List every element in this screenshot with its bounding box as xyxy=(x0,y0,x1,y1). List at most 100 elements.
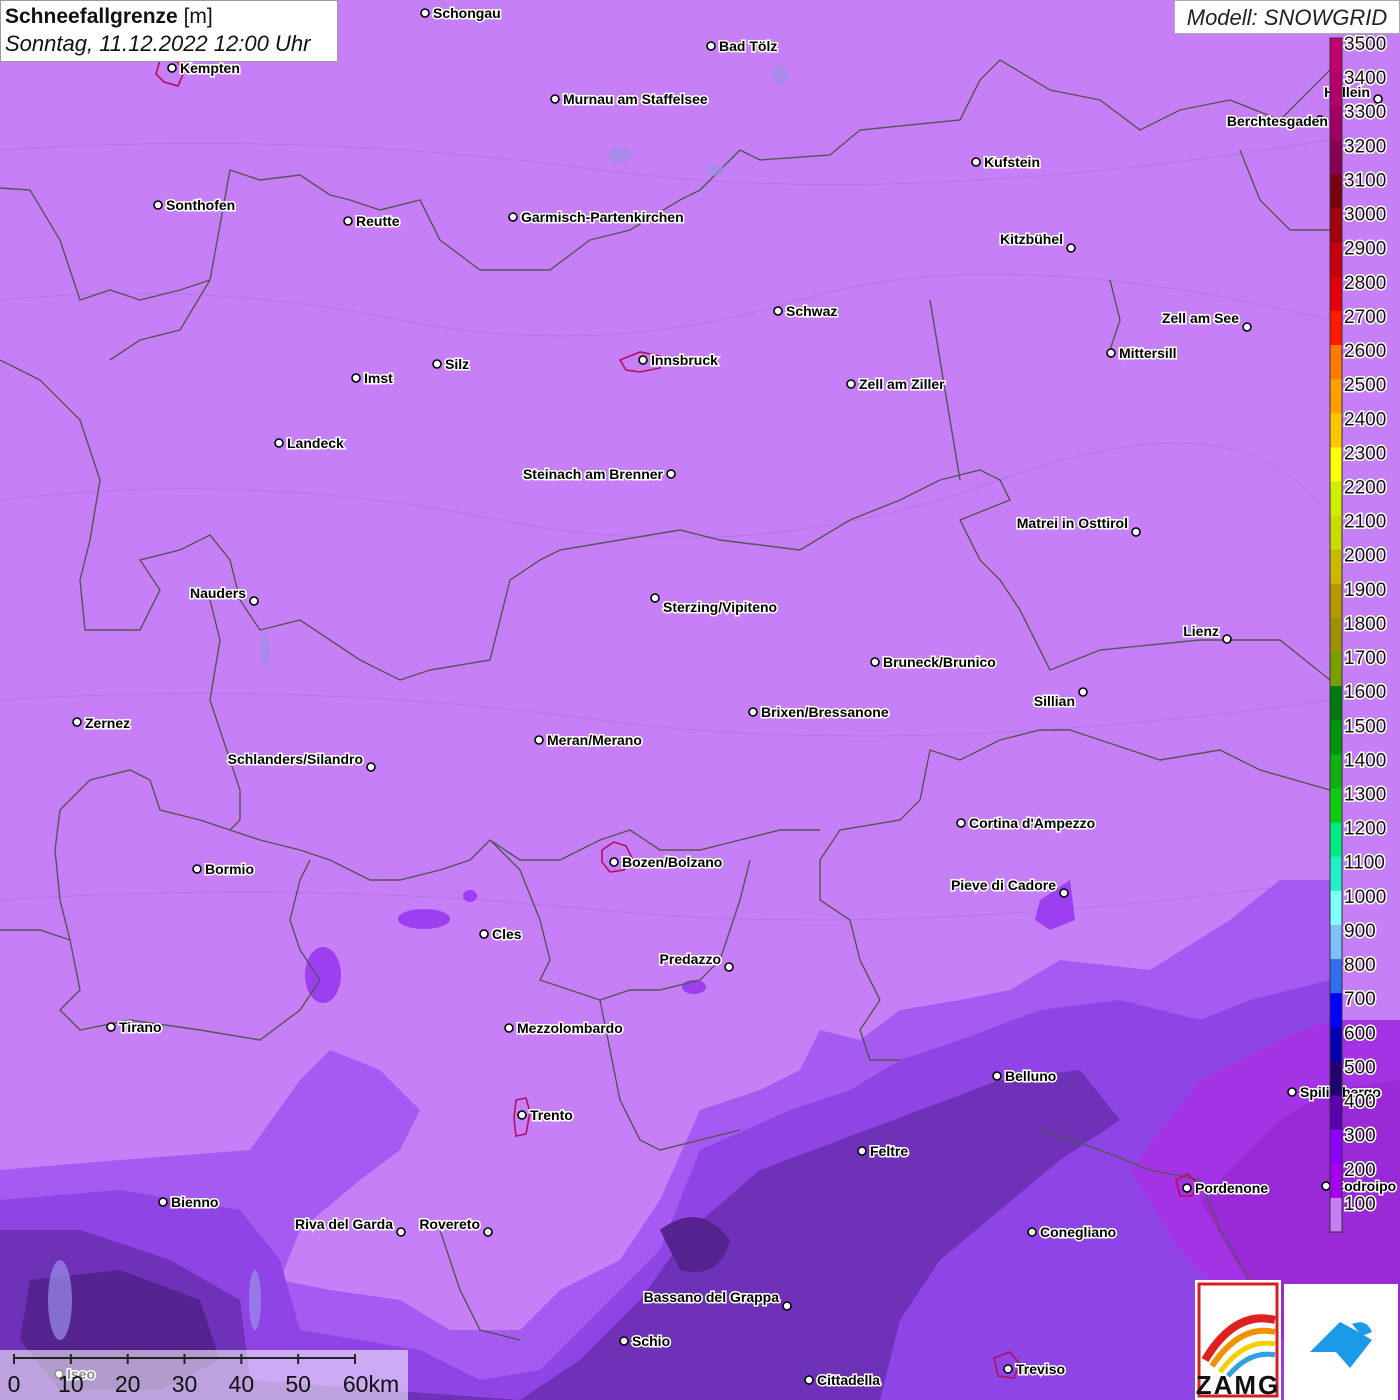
city-dot xyxy=(971,157,981,167)
city-dot xyxy=(857,1146,867,1156)
legend-label: 200 xyxy=(1344,1160,1376,1181)
scale-tick-label: 0 xyxy=(8,1371,21,1397)
city-label: Kufstein xyxy=(984,154,1040,170)
legend-swatch xyxy=(1330,890,1342,926)
city-dot xyxy=(1003,1364,1013,1374)
city-label: Schongau xyxy=(433,5,501,21)
city-dot xyxy=(343,216,353,226)
city-marker: Steinach am Brenner xyxy=(521,465,676,484)
legend-swatch xyxy=(1330,1027,1342,1062)
city-dot xyxy=(706,41,716,51)
city-dot xyxy=(1287,1087,1297,1097)
city-label: Silz xyxy=(445,356,469,372)
scale-tick-label: 40 xyxy=(229,1371,255,1397)
zamg-logo: ZAMG xyxy=(1195,1280,1281,1400)
city-marker: Berchtesgaden xyxy=(1225,112,1329,131)
city-dot xyxy=(846,379,856,389)
city-dot xyxy=(479,929,489,939)
legend-label: 3300 xyxy=(1344,102,1386,123)
legend-label: 1400 xyxy=(1344,750,1386,771)
legend-label: 2700 xyxy=(1344,307,1386,328)
city-label: Zell am See xyxy=(1162,310,1239,326)
legend-label: 800 xyxy=(1344,955,1376,976)
legend-swatch xyxy=(1330,174,1342,210)
city-label: Bienno xyxy=(171,1194,218,1210)
legend-swatch xyxy=(1330,788,1342,824)
legend-label: 400 xyxy=(1344,1092,1376,1113)
city-marker: Innsbruck xyxy=(638,351,720,370)
map-title: Schneefallgrenze [m] xyxy=(5,5,337,29)
legend-label: 1800 xyxy=(1344,614,1386,635)
city-dot xyxy=(167,63,177,73)
city-marker: Murnau am Staffelsee xyxy=(550,90,709,109)
city-dot xyxy=(1066,243,1076,253)
legend-swatch xyxy=(1330,242,1342,278)
city-dot xyxy=(550,94,560,104)
city-dot xyxy=(638,355,648,365)
city-dot xyxy=(1059,888,1069,898)
city-dot xyxy=(274,438,284,448)
city-marker: Cortina d'Ampezzo xyxy=(956,814,1097,833)
legend-swatch xyxy=(1330,208,1342,244)
legend-swatch xyxy=(1330,515,1342,551)
legend-swatch xyxy=(1330,481,1342,517)
city-dot xyxy=(153,200,163,210)
legend-label: 2500 xyxy=(1344,375,1386,396)
city-label: Mezzolombardo xyxy=(517,1020,623,1036)
legend-swatch xyxy=(1330,652,1342,687)
city-label: Pordenone xyxy=(1195,1180,1268,1196)
city-label: Bassano del Grappa xyxy=(644,1289,780,1305)
city-label: Sillian xyxy=(1034,693,1075,709)
legend-label: 100 xyxy=(1344,1194,1376,1215)
legend-swatch xyxy=(1330,924,1342,960)
city-label: Cortina d'Ampezzo xyxy=(969,815,1095,831)
zamg-logo-text: ZAMG xyxy=(1196,1370,1281,1400)
scale-tick-label: 50 xyxy=(285,1371,311,1397)
legend-label: 2200 xyxy=(1344,477,1386,498)
city-label: Riva del Garda xyxy=(295,1216,393,1232)
legend-swatch xyxy=(1330,447,1342,482)
city-dot xyxy=(804,1375,814,1385)
legend-swatch xyxy=(1330,72,1342,107)
city-label: Predazzo xyxy=(660,951,721,967)
legend-swatch xyxy=(1330,1129,1342,1165)
city-label: Nauders xyxy=(190,585,246,601)
legend-swatch xyxy=(1330,345,1342,380)
city-label: Innsbruck xyxy=(651,352,718,368)
legend-label: 1500 xyxy=(1344,716,1386,737)
map-title-text: Schneefallgrenze xyxy=(5,5,178,28)
legend-label: 3500 xyxy=(1344,34,1386,55)
legend-label: 2600 xyxy=(1344,341,1386,362)
city-label: Tirano xyxy=(119,1019,162,1035)
city-label: Rovereto xyxy=(419,1216,480,1232)
legend-swatch xyxy=(1330,754,1342,790)
legend-swatch xyxy=(1330,856,1342,892)
partner-logo xyxy=(1284,1284,1398,1400)
city-dot xyxy=(432,359,442,369)
legend-swatch xyxy=(1330,1197,1342,1233)
city-label: Treviso xyxy=(1016,1361,1065,1377)
legend-label: 1700 xyxy=(1344,648,1386,669)
city-dot xyxy=(1078,687,1088,697)
city-dot xyxy=(773,306,783,316)
city-label: Pieve di Cadore xyxy=(951,877,1056,893)
legend-swatch xyxy=(1330,379,1342,414)
legend-swatch xyxy=(1330,686,1342,721)
city-marker: Bozen/Bolzano xyxy=(609,853,724,872)
snowfall-line-map: Schongau Bad Tölz Kempten Murnau am Staffel… xyxy=(0,0,1400,1400)
legend-label: 1100 xyxy=(1344,853,1385,874)
city-dot xyxy=(508,212,518,222)
city-label: Kempten xyxy=(180,60,240,76)
city-dot xyxy=(666,469,676,479)
city-dot xyxy=(748,707,758,717)
city-label: Bad Tölz xyxy=(719,38,777,54)
model-label: Modell: SNOWGRID xyxy=(1174,0,1400,34)
legend-label: 3100 xyxy=(1344,170,1386,191)
city-label: Lienz xyxy=(1183,623,1219,639)
city-marker: Pordenone xyxy=(1182,1179,1270,1198)
city-dot xyxy=(504,1023,514,1033)
city-label: Reutte xyxy=(356,213,400,229)
city-label: Brixen/Bressanone xyxy=(761,704,889,720)
city-label: Trento xyxy=(530,1107,573,1123)
map-datetime: Sonntag, 11.12.2022 12:00 Uhr xyxy=(5,31,311,56)
